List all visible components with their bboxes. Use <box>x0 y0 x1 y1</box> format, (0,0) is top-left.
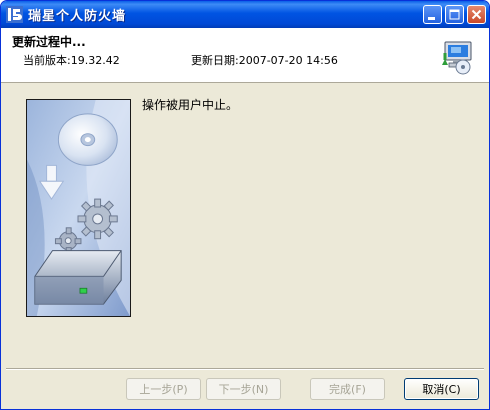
wizard-header: 更新过程中... 当前版本:19.32.42 更新日期:2007-07-20 1… <box>1 28 489 83</box>
back-button[interactable]: 上一步(P) <box>126 378 201 400</box>
status-message: 操作被用户中止。 <box>142 98 239 112</box>
maximize-button[interactable] <box>445 5 464 24</box>
finish-button[interactable]: 完成(F) <box>310 378 385 400</box>
cancel-button[interactable]: 取消(C) <box>404 378 479 400</box>
maximize-icon <box>449 9 460 20</box>
title-bar[interactable]: 瑞星个人防火墙 <box>1 1 489 28</box>
minimize-icon <box>428 17 435 20</box>
minimize-button[interactable] <box>423 5 442 24</box>
computer-update-icon <box>442 41 472 75</box>
app-icon <box>6 6 23 23</box>
cd-download-gears-drive-illustration <box>26 99 131 317</box>
close-button[interactable] <box>467 5 486 24</box>
close-icon <box>471 9 482 20</box>
update-wizard-window: 瑞星个人防火墙 更新过程中... 当前版本:19.32.42 更新日期:2007… <box>0 0 490 410</box>
window-title: 瑞星个人防火墙 <box>28 9 127 24</box>
current-version: 当前版本:19.32.42 <box>23 54 120 67</box>
button-area-divider <box>6 368 484 370</box>
next-button[interactable]: 下一步(N) <box>206 378 281 400</box>
header-title: 更新过程中... <box>12 35 86 49</box>
update-date: 更新日期:2007-07-20 14:56 <box>191 54 338 67</box>
